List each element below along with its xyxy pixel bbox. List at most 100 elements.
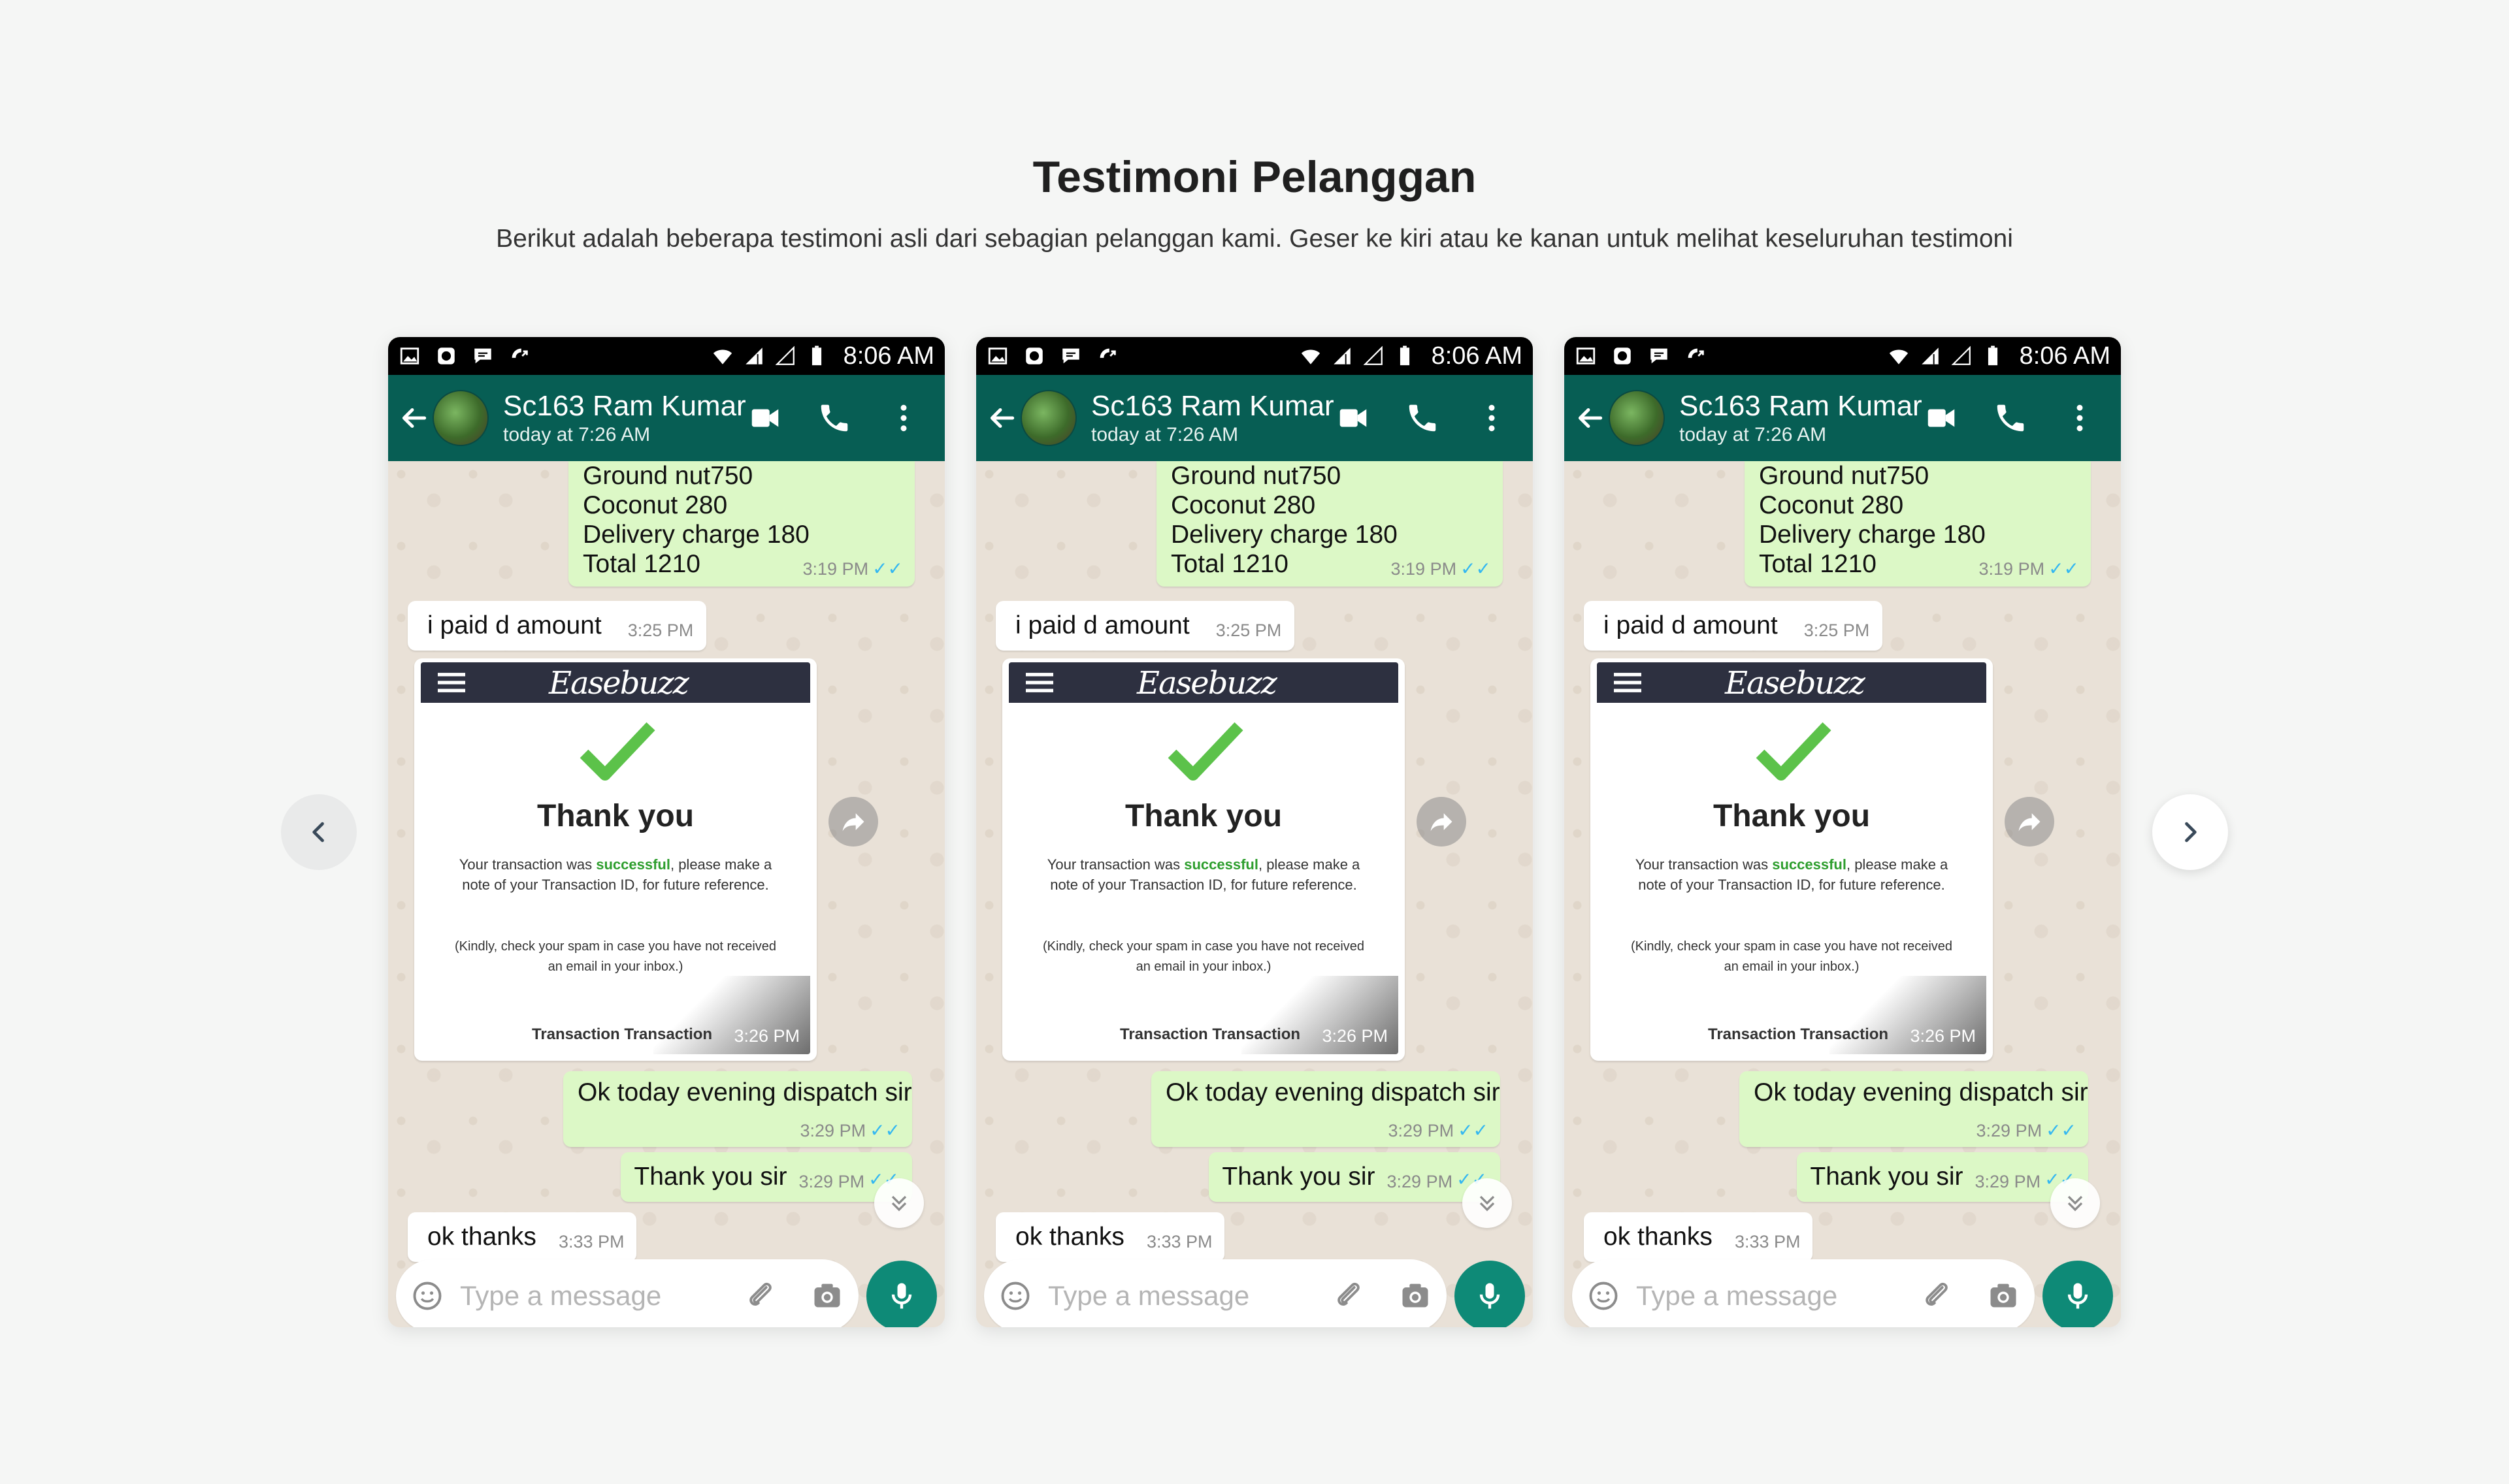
video-call-icon[interactable] [1336, 400, 1371, 436]
order-line: Total 1210 [1171, 550, 1288, 578]
contact-name: Sc163 Ram Kumar [1091, 390, 1334, 422]
forward-button[interactable] [828, 797, 878, 847]
success-check-icon [1756, 722, 1831, 781]
more-options-icon[interactable] [1474, 400, 1509, 436]
app-icon [438, 347, 455, 364]
scroll-down-button[interactable] [874, 1178, 924, 1228]
voice-call-icon[interactable] [817, 400, 852, 436]
message-time: 3:33 PM [558, 1231, 625, 1251]
message-time: 3:29 PM [1388, 1121, 1454, 1140]
message-text: Thank you sir [634, 1163, 787, 1191]
wifi-icon [1301, 349, 1320, 364]
voice-message-button[interactable] [1454, 1261, 1525, 1327]
order-message-bubble: Ground nut750 Coconut 280 Delivery charg… [568, 461, 915, 587]
order-message-bubble: Ground nut750 Coconut 280 Delivery charg… [1745, 461, 2091, 587]
message-time: 3:25 PM [1215, 620, 1282, 640]
forward-button[interactable] [1417, 797, 1466, 847]
thank-you-message-bubble: Thank you sir 3:29 PM ✓✓ [1209, 1152, 1500, 1202]
paid-message-bubble: i paid d amount 3:25 PM [408, 601, 707, 651]
back-arrow-icon[interactable] [985, 402, 1018, 434]
contact-last-seen: today at 7:26 AM [1679, 424, 1827, 445]
forward-icon [1430, 813, 1452, 831]
message-time: 3:33 PM [1146, 1231, 1213, 1251]
contact-avatar[interactable] [433, 390, 489, 446]
emoji-icon[interactable] [998, 1279, 1032, 1313]
forward-button[interactable] [2005, 797, 2054, 847]
video-call-icon[interactable] [747, 400, 783, 436]
receipt-image-bubble[interactable]: Easebuzz Thank you Your transaction was … [1590, 658, 1993, 1061]
chat-area: Ground nut750 Coconut 280 Delivery charg… [976, 461, 1533, 1327]
video-call-icon[interactable] [1924, 400, 1959, 436]
attach-icon[interactable] [1332, 1279, 1366, 1313]
gallery-icon [988, 347, 1008, 364]
read-ticks-icon: ✓✓ [872, 558, 903, 579]
contact-info[interactable]: Sc163 Ram Kumar today at 7:26 AM [503, 389, 746, 447]
emoji-icon[interactable] [410, 1279, 444, 1313]
ok-thanks-message-bubble: ok thanks 3:33 PM [1584, 1212, 1812, 1262]
receipt-message: Your transaction was successful, please … [453, 854, 778, 895]
paid-message-bubble: i paid d amount 3:25 PM [996, 601, 1295, 651]
paid-message-bubble: i paid d amount 3:25 PM [1584, 601, 1883, 651]
contact-last-seen: today at 7:26 AM [503, 424, 651, 445]
easebuzz-logo: Easebuzz [1725, 665, 1865, 702]
voice-call-icon[interactable] [1993, 400, 2028, 436]
app-icon [1614, 347, 1631, 364]
message-input[interactable] [460, 1280, 715, 1312]
camera-icon[interactable] [1986, 1279, 2020, 1313]
order-message-bubble: Ground nut750 Coconut 280 Delivery charg… [1156, 461, 1503, 587]
carousel-prev-button[interactable] [281, 794, 357, 870]
message-composer [396, 1259, 859, 1327]
contact-info[interactable]: Sc163 Ram Kumar today at 7:26 AM [1091, 389, 1334, 447]
chat-header: Sc163 Ram Kumar today at 7:26 AM [1564, 375, 2121, 461]
contact-avatar[interactable] [1021, 390, 1077, 446]
chat-header: Sc163 Ram Kumar today at 7:26 AM [388, 375, 945, 461]
camera-icon[interactable] [1398, 1279, 1432, 1313]
success-check-icon [580, 722, 655, 781]
message-time: 3:19 PM [1390, 559, 1457, 579]
chat-header: Sc163 Ram Kumar today at 7:26 AM [976, 375, 1533, 461]
contact-avatar[interactable] [1609, 390, 1665, 446]
receipt-image-bubble[interactable]: Easebuzz Thank you Your transaction was … [1002, 658, 1405, 1061]
back-arrow-icon[interactable] [397, 402, 430, 434]
camera-icon[interactable] [810, 1279, 844, 1313]
carousel-next-button[interactable] [2152, 794, 2228, 870]
order-line: Coconut 280 [583, 491, 728, 519]
forward-icon [2018, 813, 2041, 831]
message-time: 3:33 PM [1734, 1231, 1801, 1251]
message-input[interactable] [1636, 1280, 1891, 1312]
order-line: Delivery charge 180 [1759, 521, 1986, 549]
read-ticks-icon: ✓✓ [1460, 558, 1491, 579]
double-chevron-down-icon [1479, 1195, 1495, 1212]
battery-icon [1988, 346, 1997, 366]
voice-call-icon[interactable] [1405, 400, 1440, 436]
scroll-down-button[interactable] [2050, 1178, 2100, 1228]
message-time: 3:29 PM [1975, 1171, 2041, 1191]
receipt-image-bubble[interactable]: Easebuzz Thank you Your transaction was … [414, 658, 817, 1061]
receipt-message: Your transaction was successful, please … [1041, 854, 1366, 895]
microphone-icon [2067, 1283, 2088, 1309]
back-arrow-icon[interactable] [1573, 402, 1606, 434]
signal-icon [1921, 347, 1939, 364]
order-line: Coconut 280 [1171, 491, 1316, 519]
hamburger-menu-icon [438, 673, 465, 692]
receipt-success-word: successful [1184, 856, 1258, 873]
phone-status-bar: 8:06 AM [976, 337, 1533, 375]
section-subtitle: Berikut adalah beberapa testimoni asli d… [496, 225, 2013, 253]
message-time: 3:19 PM [1978, 559, 2045, 579]
emoji-icon[interactable] [1586, 1279, 1620, 1313]
attach-icon[interactable] [1920, 1279, 1954, 1313]
contact-info[interactable]: Sc163 Ram Kumar today at 7:26 AM [1679, 389, 1922, 447]
message-input[interactable] [1048, 1280, 1303, 1312]
more-options-icon[interactable] [2062, 400, 2097, 436]
message-time: 3:29 PM [1976, 1121, 2042, 1140]
order-line: Total 1210 [583, 550, 700, 578]
success-check-icon [1168, 722, 1243, 781]
voice-message-button[interactable] [866, 1261, 937, 1327]
more-options-icon[interactable] [886, 400, 921, 436]
order-line: Ground nut750 [1759, 462, 1929, 490]
receipt-line-pre: Your transaction was [1047, 856, 1185, 873]
attach-icon[interactable] [744, 1279, 778, 1313]
scroll-down-button[interactable] [1462, 1178, 1512, 1228]
dispatch-message-bubble: Ok today evening dispatch sir 3:29 PM ✓✓ [1739, 1071, 2088, 1147]
voice-message-button[interactable] [2042, 1261, 2113, 1327]
